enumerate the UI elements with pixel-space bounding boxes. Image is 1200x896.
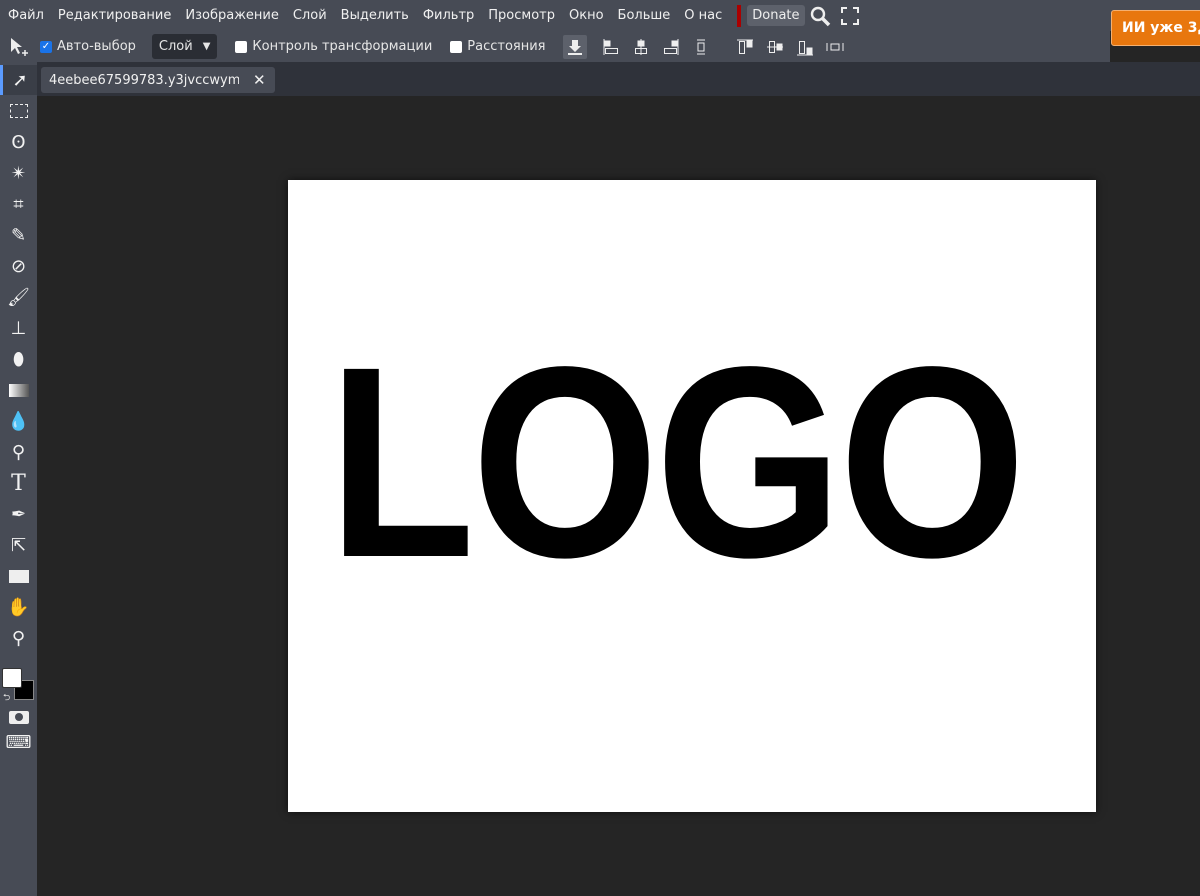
checkbox-icon bbox=[235, 40, 248, 53]
path-select-tool[interactable]: ⇱ bbox=[0, 530, 37, 560]
canvas[interactable]: LOGO bbox=[288, 180, 1096, 812]
bandage-icon: ⊘ bbox=[10, 255, 27, 277]
crop-tool[interactable]: ⌗ bbox=[0, 189, 37, 219]
foreground-color-swatch[interactable] bbox=[2, 668, 22, 688]
options-bar: ✓ Авто-выбор Слой ▼ Контроль трансформации… bbox=[0, 31, 1110, 62]
crop-icon: ⌗ bbox=[13, 193, 24, 215]
layer-select-dropdown[interactable]: Слой ▼ bbox=[151, 34, 218, 59]
menu-about[interactable]: О нас bbox=[677, 8, 729, 23]
healing-tool[interactable]: ⊘ bbox=[0, 251, 37, 281]
download-icon[interactable] bbox=[563, 34, 588, 59]
lasso-tool[interactable]: ʘ bbox=[0, 127, 37, 157]
distribute-h-icon[interactable] bbox=[825, 37, 845, 57]
stamp-icon: ⊥ bbox=[10, 317, 27, 339]
menu-bar: Файл Редактирование Изображение Слой Выд… bbox=[0, 0, 1200, 31]
document-tab-bar: 4eebee67599783.y3jvccwymzyxl ✕ bbox=[37, 62, 1200, 96]
magic-wand-tool[interactable]: ✴ bbox=[0, 158, 37, 188]
tools-panel: ➚ ʘ ✴ ⌗ ✎ ⊘ 🖌 ⊥ ⬮ 💧 ⚲ T ✒ ⇱ ✋ ⚲ ⮌ ⌨ bbox=[0, 62, 37, 896]
marquee-icon bbox=[9, 104, 28, 118]
quick-mask-icon bbox=[8, 710, 29, 724]
transform-controls-label: Контроль трансформации bbox=[252, 39, 433, 54]
align-top-icon[interactable] bbox=[735, 37, 755, 57]
move-tool[interactable]: ➚ bbox=[0, 65, 37, 95]
layer-select-value: Слой bbox=[158, 39, 193, 54]
separator bbox=[737, 4, 742, 27]
distances-label: Расстояния bbox=[467, 39, 546, 54]
blur-tool[interactable]: 💧 bbox=[0, 406, 37, 436]
hand-tool[interactable]: ✋ bbox=[0, 592, 37, 622]
path-select-icon: ⇱ bbox=[10, 534, 27, 556]
menu-file[interactable]: Файл bbox=[0, 8, 51, 23]
menu-image[interactable]: Изображение bbox=[178, 8, 285, 23]
align-middle-icon[interactable] bbox=[765, 37, 785, 57]
eraser-icon: ⬮ bbox=[12, 348, 25, 370]
checkbox-checked-icon: ✓ bbox=[40, 40, 52, 53]
donate-button[interactable]: Donate bbox=[747, 5, 805, 26]
transform-controls-checkbox[interactable]: Контроль трансформации bbox=[235, 39, 432, 54]
pen-icon: ✒ bbox=[10, 503, 27, 525]
gradient-icon bbox=[8, 383, 29, 397]
auto-select-label: Авто-выбор bbox=[57, 39, 136, 54]
keyboard-icon: ⌨ bbox=[5, 731, 32, 753]
close-icon[interactable]: ✕ bbox=[253, 71, 266, 89]
zoom-icon: ⚲ bbox=[11, 627, 26, 649]
distances-checkbox[interactable]: Расстояния bbox=[450, 39, 545, 54]
menu-window[interactable]: Окно bbox=[562, 8, 611, 23]
logo-text: LOGO bbox=[328, 310, 1026, 614]
document-tab[interactable]: 4eebee67599783.y3jvccwymzyxl ✕ bbox=[41, 67, 275, 93]
document-tab-name: 4eebee67599783.y3jvccwymzyxl bbox=[49, 72, 239, 88]
drop-icon: 💧 bbox=[7, 410, 30, 432]
align-right-icon[interactable] bbox=[661, 37, 681, 57]
dodge-tool[interactable]: ⚲ bbox=[0, 437, 37, 467]
move-icon: ➚ bbox=[12, 69, 28, 91]
eyedropper-tool[interactable]: ✎ bbox=[0, 220, 37, 250]
align-center-h-icon[interactable] bbox=[631, 37, 651, 57]
stamp-tool[interactable]: ⊥ bbox=[0, 313, 37, 343]
distribute-v-icon[interactable] bbox=[691, 37, 711, 57]
marquee-tool[interactable] bbox=[0, 96, 37, 126]
fullscreen-icon[interactable] bbox=[835, 2, 865, 30]
magic-wand-icon: ✴ bbox=[10, 162, 27, 184]
move-tool-icon bbox=[4, 33, 34, 61]
align-bottom-icon[interactable] bbox=[795, 37, 815, 57]
rectangle-tool[interactable] bbox=[0, 561, 37, 591]
keyboard-button[interactable]: ⌨ bbox=[0, 727, 37, 757]
menu-filter[interactable]: Фильтр bbox=[416, 8, 481, 23]
type-icon: T bbox=[11, 470, 26, 496]
pen-tool[interactable]: ✒ bbox=[0, 499, 37, 529]
brush-icon: 🖌 bbox=[7, 286, 30, 308]
auto-select-checkbox[interactable]: ✓ Авто-выбор bbox=[40, 39, 136, 54]
ai-banner-button[interactable]: ИИ уже 3Д bbox=[1111, 10, 1200, 46]
menu-edit[interactable]: Редактирование bbox=[51, 8, 178, 23]
brush-tool[interactable]: 🖌 bbox=[0, 282, 37, 312]
eraser-tool[interactable]: ⬮ bbox=[0, 344, 37, 374]
menu-more[interactable]: Больше bbox=[611, 8, 678, 23]
menu-view[interactable]: Просмотр bbox=[481, 8, 562, 23]
checkbox-icon bbox=[450, 40, 463, 53]
gradient-tool[interactable] bbox=[0, 375, 37, 405]
search-icon[interactable] bbox=[805, 2, 835, 30]
align-left-icon[interactable] bbox=[601, 37, 621, 57]
lasso-icon: ʘ bbox=[11, 131, 26, 153]
hand-icon: ✋ bbox=[7, 596, 30, 618]
menu-select[interactable]: Выделить bbox=[334, 8, 416, 23]
eyedropper-icon: ✎ bbox=[10, 224, 27, 246]
dodge-icon: ⚲ bbox=[11, 441, 26, 463]
type-tool[interactable]: T bbox=[0, 468, 37, 498]
color-swatches[interactable]: ⮌ bbox=[2, 666, 36, 703]
menu-layer[interactable]: Слой bbox=[286, 8, 334, 23]
rectangle-icon bbox=[8, 569, 29, 583]
chevron-down-icon: ▼ bbox=[202, 41, 211, 52]
zoom-tool[interactable]: ⚲ bbox=[0, 623, 37, 653]
